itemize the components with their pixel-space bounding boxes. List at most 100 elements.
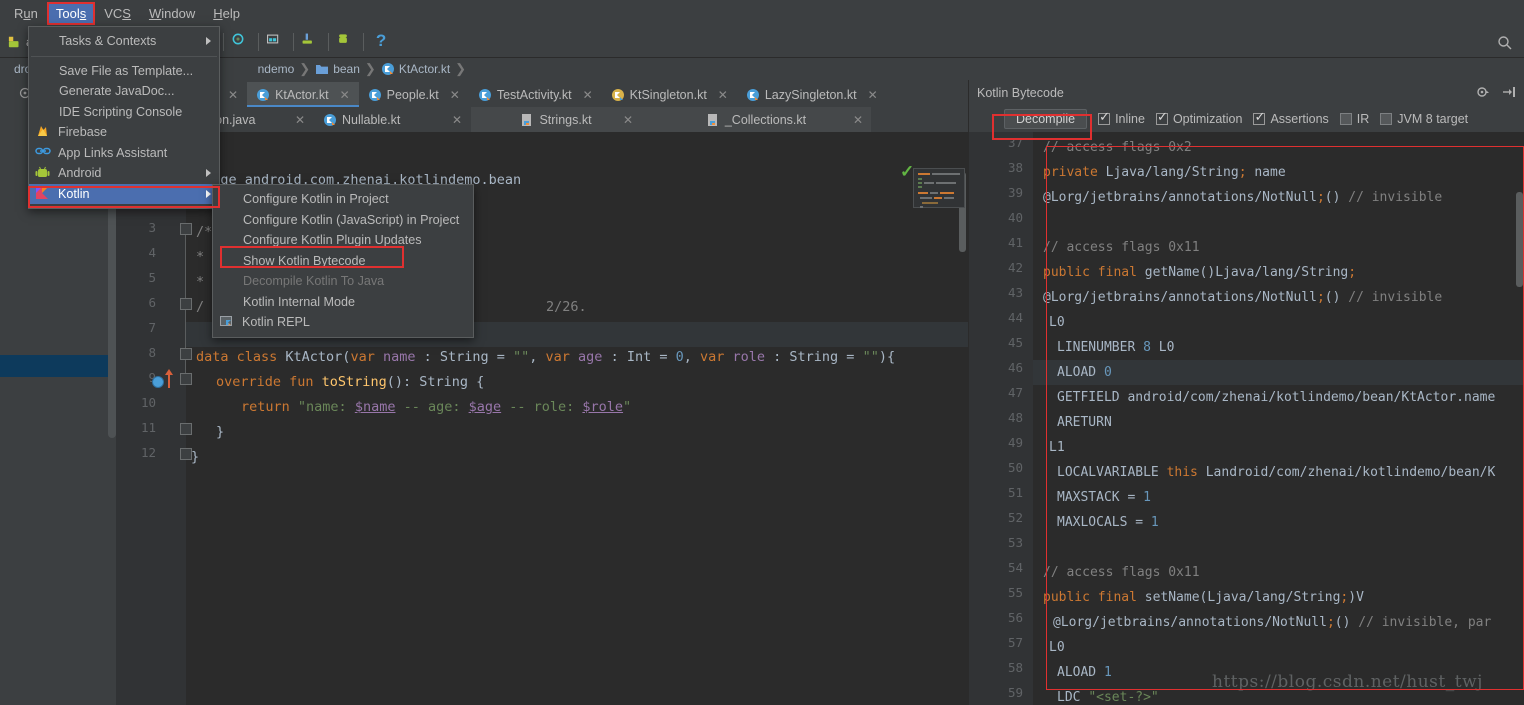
close-icon[interactable]: ✕ bbox=[228, 88, 238, 102]
device-monitor-icon[interactable] bbox=[301, 32, 321, 52]
menu-item-configure-kotlin-in-project[interactable]: Configure Kotlin in Project bbox=[213, 189, 473, 210]
help-icon[interactable]: ? bbox=[371, 31, 391, 52]
checkbox-jvm8-target[interactable]: JVM 8 target bbox=[1380, 112, 1468, 126]
gutter-line-number: 3 bbox=[148, 220, 156, 235]
run-gutter-icon[interactable] bbox=[152, 376, 164, 388]
close-icon[interactable]: ✕ bbox=[452, 113, 462, 127]
kotlin-icon bbox=[35, 186, 53, 202]
code-minimap[interactable] bbox=[913, 168, 965, 208]
gutter-line-number: 6 bbox=[148, 295, 156, 310]
menu-run[interactable]: Run bbox=[6, 3, 46, 24]
menu-item-firebase[interactable]: Firebase bbox=[29, 122, 219, 143]
hide-panel-icon[interactable] bbox=[1502, 85, 1516, 102]
menu-item-label: Save File as Template... bbox=[59, 63, 194, 78]
bytecode-line-number: 58 bbox=[1007, 660, 1023, 675]
bytecode-line-number: 51 bbox=[1007, 485, 1023, 500]
sync-gradle-icon[interactable] bbox=[231, 32, 251, 52]
breadcrumb-item-ndemo[interactable]: ndemo bbox=[254, 62, 299, 76]
menu-item-app-links-assistant[interactable]: App Links Assistant bbox=[29, 143, 219, 164]
gear-icon[interactable] bbox=[1476, 85, 1490, 102]
close-icon[interactable]: ✕ bbox=[295, 113, 305, 127]
chevron-right-icon bbox=[206, 189, 211, 198]
bytecode-line-number: 55 bbox=[1007, 585, 1023, 600]
menu-help[interactable]: Help bbox=[205, 3, 248, 24]
tab-label: KtActor.kt bbox=[275, 87, 329, 102]
code-line-3: /* bbox=[196, 224, 213, 240]
android-icon[interactable] bbox=[336, 32, 356, 52]
menu-vcs[interactable]: VCS bbox=[96, 3, 139, 24]
left-panel-selected-row[interactable] bbox=[0, 355, 116, 377]
menu-item-generate-javadoc[interactable]: Generate JavaDoc... bbox=[29, 81, 219, 102]
tab-label: Strings.kt bbox=[539, 112, 592, 127]
editor-tab-testactivity[interactable]: TestActivity.kt ✕ bbox=[468, 82, 602, 107]
close-icon[interactable]: ✕ bbox=[853, 113, 863, 127]
toolbar-divider bbox=[293, 32, 295, 51]
breadcrumb-item-ktactor[interactable]: KtActor.kt bbox=[377, 62, 454, 76]
menu-item-label: IDE Scripting Console bbox=[59, 104, 183, 119]
menu-window[interactable]: Window bbox=[141, 3, 203, 24]
close-icon[interactable]: ✕ bbox=[450, 88, 460, 102]
close-icon[interactable]: ✕ bbox=[868, 88, 878, 102]
checkbox-label: IR bbox=[1356, 112, 1370, 126]
menu-item-save-file-as-template[interactable]: Save File as Template... bbox=[29, 61, 219, 82]
code-line-date: 2/26. bbox=[546, 299, 587, 315]
decompile-button[interactable]: Decompile bbox=[1004, 109, 1088, 129]
close-icon[interactable]: ✕ bbox=[340, 88, 350, 102]
bytecode-line: // access flags 0x11 bbox=[1043, 565, 1200, 580]
editor-tab-ktactor[interactable]: KtActor.kt ✕ bbox=[247, 82, 359, 107]
bytecode-scrollbar[interactable] bbox=[1516, 192, 1523, 287]
editor-tab-people[interactable]: People.kt ✕ bbox=[358, 82, 469, 107]
menu-item-show-kotlin-bytecode[interactable]: Show Kotlin Bytecode bbox=[213, 251, 473, 272]
folder-icon bbox=[316, 65, 329, 74]
checkbox-label: Assertions bbox=[1270, 112, 1329, 126]
editor-tab-nullable[interactable]: Nullable.kt ✕ bbox=[314, 107, 471, 132]
sdk-manager-icon[interactable] bbox=[266, 32, 286, 52]
bytecode-panel-title: Kotlin Bytecode bbox=[977, 86, 1064, 100]
menu-tools[interactable]: Tools bbox=[46, 1, 96, 25]
tools-menu[interactable]: Tasks & Contexts Save File as Template..… bbox=[28, 26, 220, 209]
menu-item-configure-kotlin-plugin-updates[interactable]: Configure Kotlin Plugin Updates bbox=[213, 230, 473, 251]
checkbox-optimization[interactable]: Optimization bbox=[1155, 109, 1243, 126]
search-everywhere-button[interactable] bbox=[1492, 30, 1516, 54]
checkbox-label: Optimization bbox=[1172, 112, 1243, 126]
bytecode-code-area[interactable]: 37 38 39 40 41 42 43 44 45 46 47 48 49 5… bbox=[969, 132, 1524, 705]
editor-tab-row-1: ty.kt ✕ KtActor.kt ✕ People.kt ✕ TestAct… bbox=[186, 82, 968, 107]
menu-item-ide-scripting-console[interactable]: IDE Scripting Console bbox=[29, 102, 219, 123]
bytecode-line-number: 43 bbox=[1007, 285, 1023, 300]
kotlin-submenu[interactable]: Configure Kotlin in Project Configure Ko… bbox=[212, 184, 474, 338]
editor-tab-lazysingleton[interactable]: LazySingleton.kt ✕ bbox=[736, 82, 887, 107]
bytecode-line-number: 50 bbox=[1007, 460, 1023, 475]
bytecode-line: ALOAD 0 bbox=[1057, 365, 1112, 380]
editor-tab-strings[interactable]: Strings.kt ✕ bbox=[471, 107, 641, 132]
override-arrow-icon[interactable] bbox=[165, 369, 173, 388]
close-icon[interactable]: ✕ bbox=[623, 113, 633, 127]
menu-item-tasks-contexts[interactable]: Tasks & Contexts bbox=[29, 31, 219, 52]
menu-item-kotlin[interactable]: Kotlin bbox=[29, 183, 219, 204]
breadcrumb-chevron-icon: ❯ bbox=[299, 61, 311, 76]
menu-item-android[interactable]: Android bbox=[29, 163, 219, 184]
checkbox-assertions[interactable]: Assertions bbox=[1253, 109, 1329, 126]
breadcrumb-item-bean[interactable]: bean bbox=[311, 62, 364, 76]
toolbar-divider bbox=[223, 32, 225, 51]
bytecode-line: GETFIELD android/com/zhenai/kotlindemo/b… bbox=[1057, 390, 1496, 405]
bytecode-line-number: 56 bbox=[1007, 610, 1023, 625]
bytecode-line: MAXLOCALS = 1 bbox=[1057, 515, 1159, 530]
close-icon[interactable]: ✕ bbox=[583, 88, 593, 102]
checkbox-inline[interactable]: Inline bbox=[1098, 109, 1145, 126]
breadcrumb-chevron-icon: ❯ bbox=[364, 61, 376, 76]
bytecode-text[interactable]: // access flags 0x2 private Ljava/lang/S… bbox=[1039, 132, 1524, 705]
bytecode-line-number: 57 bbox=[1007, 635, 1023, 650]
checkbox-ir[interactable]: IR bbox=[1339, 112, 1370, 126]
bytecode-line-number: 48 bbox=[1007, 410, 1023, 425]
editor-tab-ktsingleton[interactable]: KtSingleton.kt ✕ bbox=[601, 82, 737, 107]
toolbar-divider bbox=[258, 32, 260, 51]
menu-item-kotlin-internal-mode[interactable]: Kotlin Internal Mode bbox=[213, 292, 473, 313]
editor-gutter[interactable]: 3 4 5 6 7 8 9 10 11 12 bbox=[116, 132, 192, 705]
bytecode-line-number: 39 bbox=[1007, 185, 1023, 200]
menu-item-configure-kotlin-js-in-project[interactable]: Configure Kotlin (JavaScript) in Project bbox=[213, 210, 473, 231]
close-icon[interactable]: ✕ bbox=[718, 88, 728, 102]
editor-tab-collections[interactable]: _Collections.kt ✕ bbox=[641, 107, 871, 132]
menu-item-kotlin-repl[interactable]: Kotlin REPL bbox=[213, 312, 473, 333]
toolbar-divider bbox=[328, 32, 330, 51]
bytecode-line: MAXSTACK = 1 bbox=[1057, 490, 1151, 505]
